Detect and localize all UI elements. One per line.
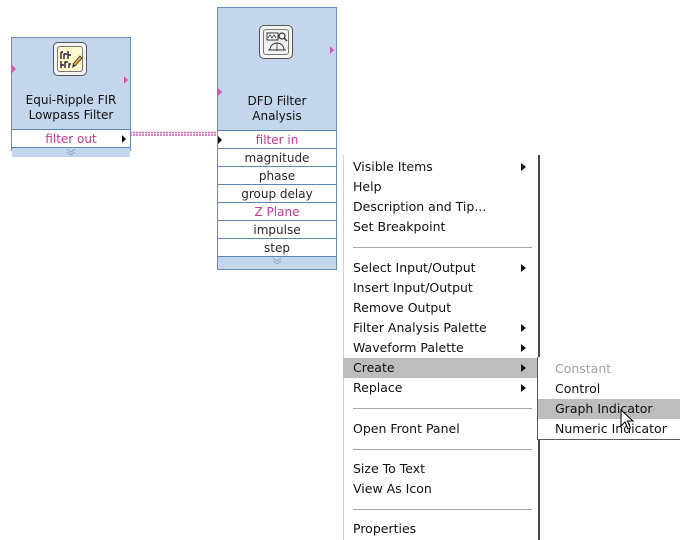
expand-handle[interactable] [12,147,130,157]
submenu-arrow-icon [521,384,526,392]
output-arrow [124,76,128,84]
dfd-filter-analysis-node[interactable]: DFD Filter Analysis filter in magnitude … [217,7,337,270]
expand-chevron-icon [272,257,282,265]
phase-terminal[interactable]: phase [218,166,336,184]
filter-out-terminal[interactable]: filter out [12,129,130,147]
submenu-arrow-icon [521,264,526,272]
menu-item-set-breakpoint[interactable]: Set Breakpoint [343,217,538,237]
fir-node-title: Equi-Ripple FIR Lowpass Filter [25,93,117,122]
z-plane-terminal[interactable]: Z Plane [218,202,336,220]
submenu-arrow-icon [521,344,526,352]
filter-wire[interactable] [130,131,220,137]
submenu-item-numeric-indicator[interactable]: Numeric Indicator [538,419,680,439]
output-arrow [330,46,334,54]
submenu-item-graph-indicator[interactable]: Graph Indicator [538,399,680,419]
filter-design-icon [53,42,87,76]
impulse-terminal[interactable]: impulse [218,220,336,238]
expand-chevron-icon [66,148,76,156]
menu-item-size-to-text[interactable]: Size To Text [343,459,538,479]
step-terminal[interactable]: step [218,238,336,256]
menu-separator [353,509,532,510]
menu-separator [353,247,532,248]
submenu-item-control[interactable]: Control [538,379,680,399]
menu-separator [353,408,532,409]
context-menu: Visible Items Help Description and Tip..… [343,155,540,540]
menu-item-insert-input-output[interactable]: Insert Input/Output [343,278,538,298]
filter-analysis-icon [259,25,293,59]
menu-item-create[interactable]: Create [343,358,538,378]
menu-item-help[interactable]: Help [343,177,538,197]
filter-in-terminal[interactable]: filter in [218,130,336,148]
submenu-arrow-icon [521,163,526,171]
menu-item-description-and-tip[interactable]: Description and Tip... [343,197,538,217]
menu-item-waveform-palette[interactable]: Waveform Palette [343,338,538,358]
group-delay-terminal[interactable]: group delay [218,184,336,202]
submenu-arrow-icon [521,364,526,372]
menu-item-remove-output[interactable]: Remove Output [343,298,538,318]
magnitude-terminal[interactable]: magnitude [218,148,336,166]
menu-item-visible-items[interactable]: Visible Items [343,157,538,177]
menu-item-open-front-panel[interactable]: Open Front Panel [343,419,538,439]
menu-item-view-as-icon[interactable]: View As Icon [343,479,538,499]
equi-ripple-fir-node[interactable]: Equi-Ripple FIR Lowpass Filter filter ou… [11,37,131,157]
menu-item-replace[interactable]: Replace [343,378,538,398]
input-arrow [12,65,16,73]
menu-item-filter-analysis-palette[interactable]: Filter Analysis Palette [343,318,538,338]
dfd-node-title: DFD Filter Analysis [247,94,307,123]
submenu-arrow-icon [521,324,526,332]
menu-item-properties[interactable]: Properties [343,519,538,539]
mouse-cursor-icon [620,409,635,430]
submenu-item-constant[interactable]: Constant [538,359,680,379]
expand-handle[interactable] [218,256,336,266]
create-submenu: Constant Control Graph Indicator Numeric… [537,357,680,440]
menu-separator [353,449,532,450]
menu-item-select-input-output[interactable]: Select Input/Output [343,258,538,278]
